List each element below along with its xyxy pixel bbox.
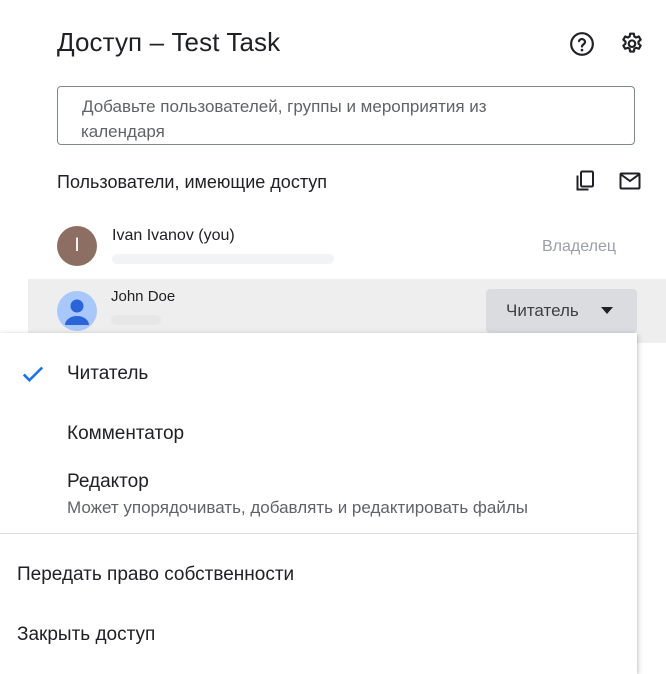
role-menu: Читатель Комментатор Редактор Может упор… [0, 333, 637, 674]
add-people-placeholder-line1: Добавьте пользователей, группы и меропри… [82, 97, 487, 116]
role-dropdown-button[interactable]: Читатель [486, 289, 637, 333]
user-name: Ivan Ivanov (you) [112, 227, 235, 244]
user-email-redacted [112, 254, 334, 264]
user-name: John Doe [111, 288, 176, 305]
add-people-input[interactable]: Добавьте пользователей, группы и меропри… [57, 86, 635, 145]
menu-item-viewer[interactable]: Читатель [67, 363, 148, 385]
caret-down-icon [601, 307, 613, 314]
avatar-letter: I [74, 235, 80, 256]
menu-item-editor[interactable]: Редактор [67, 471, 149, 493]
gear-icon [622, 32, 642, 53]
menu-divider [0, 533, 637, 534]
avatar [57, 291, 97, 331]
user-email-redacted [111, 315, 161, 325]
people-with-access-title: Пользователи, имеющие доступ [57, 172, 328, 192]
settings-button[interactable] [618, 30, 646, 58]
check-icon [22, 366, 44, 383]
avatar: I [57, 226, 97, 266]
role-dropdown-label: Читатель [506, 301, 579, 320]
dialog-title: Доступ – Test Task [57, 27, 281, 57]
background-edge [637, 343, 666, 674]
owner-role-label: Владелец [542, 238, 617, 255]
copy-icon [576, 170, 594, 191]
menu-item-editor-description: Может упорядочивать, добавлять и редакти… [67, 498, 529, 517]
person-icon [65, 299, 89, 325]
add-people-placeholder-line2: календаря [81, 122, 165, 141]
menu-item-remove-access[interactable]: Закрыть доступ [17, 624, 155, 646]
help-circle-icon [570, 32, 594, 56]
menu-item-transfer-ownership[interactable]: Передать право собственности [17, 564, 294, 586]
help-button[interactable] [568, 30, 596, 58]
copy-emails-button[interactable] [571, 167, 599, 195]
email-people-button[interactable] [616, 167, 644, 195]
mail-icon [619, 172, 641, 190]
menu-item-commenter[interactable]: Комментатор [67, 423, 184, 445]
